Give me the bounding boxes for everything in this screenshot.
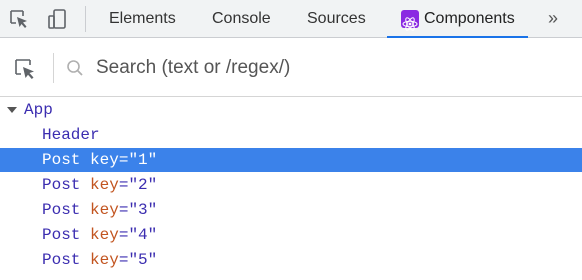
prop-value: "5" bbox=[128, 251, 158, 269]
tree-row-post[interactable]: Post key="3" bbox=[0, 198, 582, 222]
component-name: App bbox=[24, 101, 53, 119]
tab-elements[interactable]: Elements bbox=[109, 0, 176, 38]
tree-row-post[interactable]: Post key="5" bbox=[0, 248, 582, 272]
tab-sources[interactable]: Sources bbox=[307, 0, 366, 38]
prop-value: "4" bbox=[128, 226, 158, 244]
search-icon bbox=[66, 59, 84, 77]
component-search-bar bbox=[0, 39, 582, 97]
prop-equals: = bbox=[118, 201, 129, 219]
prop-value: "3" bbox=[128, 201, 158, 219]
component-name: Post bbox=[42, 151, 81, 169]
tab-console[interactable]: Console bbox=[212, 0, 271, 38]
prop-key: key bbox=[90, 201, 119, 219]
prop-equals: = bbox=[118, 176, 129, 194]
component-name: Post bbox=[42, 176, 81, 194]
component-name: Header bbox=[42, 126, 100, 144]
expand-arrow-icon[interactable] bbox=[7, 107, 17, 113]
prop-equals: = bbox=[118, 151, 129, 169]
devtools-tab-bar: Elements Console Sources Components » bbox=[0, 0, 582, 38]
tab-components[interactable]: Components bbox=[387, 0, 528, 38]
component-name: Post bbox=[42, 251, 81, 269]
tree-row-post[interactable]: Post key="4" bbox=[0, 223, 582, 247]
tree-row-post-selected[interactable]: Post key="1" bbox=[0, 148, 582, 172]
select-component-icon[interactable] bbox=[12, 56, 38, 82]
search-divider bbox=[53, 53, 54, 83]
search-input[interactable] bbox=[96, 51, 566, 85]
more-tabs-button[interactable]: » bbox=[548, 0, 558, 38]
prop-equals: = bbox=[118, 251, 129, 269]
tree-row-header[interactable]: Header bbox=[0, 123, 582, 147]
prop-value: "2" bbox=[128, 176, 158, 194]
prop-key: key bbox=[90, 151, 119, 169]
tab-components-label: Components bbox=[424, 10, 515, 27]
component-name: Post bbox=[42, 226, 81, 244]
inspect-element-icon[interactable] bbox=[6, 0, 32, 38]
prop-key: key bbox=[90, 251, 119, 269]
react-logo-icon bbox=[401, 10, 419, 31]
prop-equals: = bbox=[118, 226, 129, 244]
toolbar-divider bbox=[85, 6, 86, 32]
tree-row-post[interactable]: Post key="2" bbox=[0, 173, 582, 197]
prop-key: key bbox=[90, 226, 119, 244]
component-name: Post bbox=[42, 201, 81, 219]
prop-key: key bbox=[90, 176, 119, 194]
prop-value: "1" bbox=[128, 151, 158, 169]
device-toolbar-icon[interactable] bbox=[44, 0, 70, 38]
tree-row-app[interactable]: App bbox=[0, 98, 582, 122]
